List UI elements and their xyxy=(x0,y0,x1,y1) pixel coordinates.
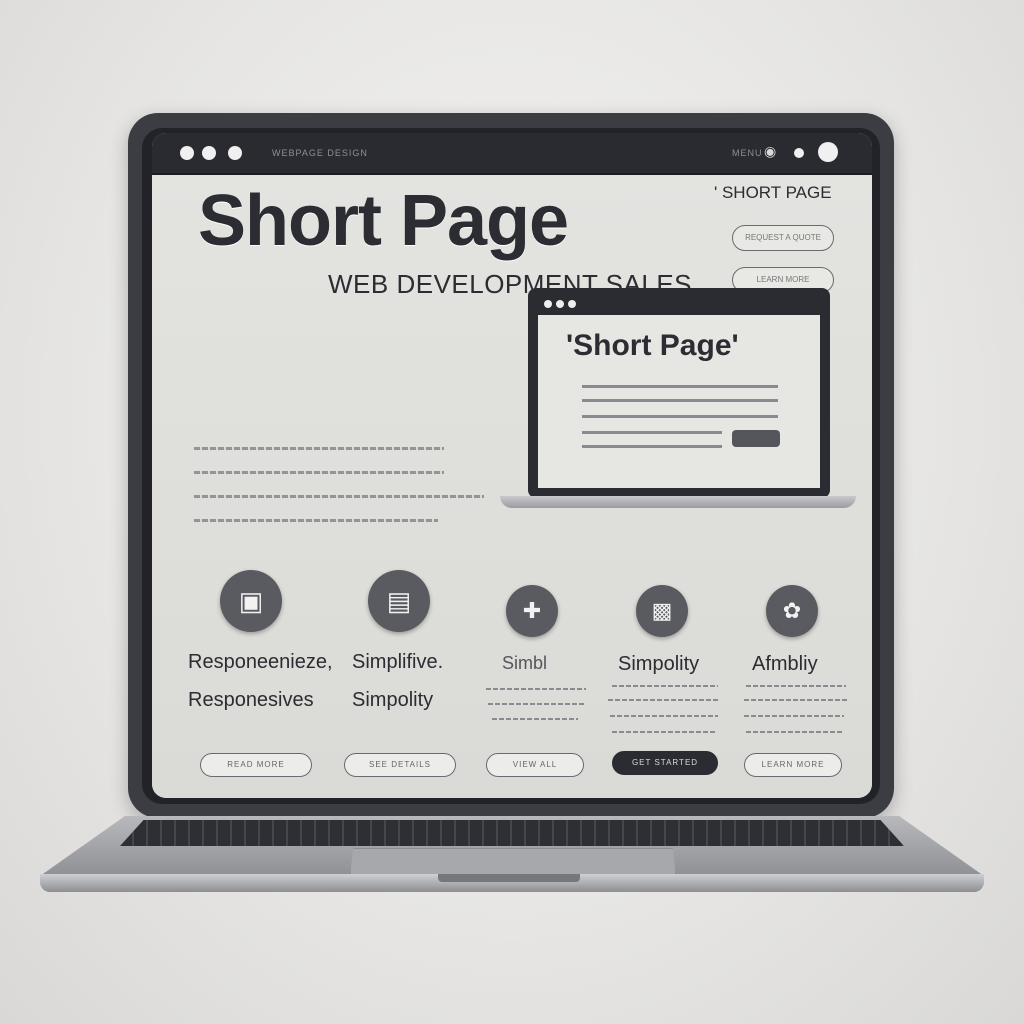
request-quote-button[interactable]: REQUEST A QUOTE xyxy=(732,225,834,251)
feature-title-3: Simbl xyxy=(502,653,548,673)
laptop-screen: WEBPAGE DESIGN MENU ◉ Short Page WEB DEV… xyxy=(152,133,872,798)
intro-paragraph xyxy=(194,447,484,543)
puzzle-icon[interactable]: ✚ xyxy=(506,585,558,637)
preview-button xyxy=(732,430,780,447)
feature-desc-line xyxy=(746,731,842,733)
feature-subtitle-1: Responesives xyxy=(188,689,314,711)
see-details-button[interactable]: SEE DETAILS xyxy=(344,753,456,777)
window-close-dot[interactable] xyxy=(180,146,194,160)
feature-desc-line xyxy=(612,685,718,687)
preview-laptop-base xyxy=(500,496,856,508)
learn-more-button[interactable]: LEARN MORE xyxy=(744,753,842,777)
preview-line xyxy=(582,431,722,434)
feature-desc-line xyxy=(486,688,586,690)
preview-line xyxy=(582,445,722,448)
window-maximize-dot[interactable] xyxy=(228,146,242,160)
box-icon[interactable]: ▩ xyxy=(636,585,688,637)
preview-dot xyxy=(544,300,552,308)
feature-desc-line xyxy=(610,715,718,717)
layout-icon[interactable]: ▤ xyxy=(368,570,430,632)
feature-desc-line xyxy=(746,685,846,687)
feature-desc-line xyxy=(744,715,844,717)
laptop-notch xyxy=(438,874,580,882)
feature-desc-line xyxy=(612,731,716,733)
feature-desc-line xyxy=(488,703,584,705)
preview-dot xyxy=(568,300,576,308)
top-label: ' SHORT PAGE xyxy=(714,183,832,202)
eye-icon[interactable]: ◉ xyxy=(764,143,776,160)
preview-title: 'Short Page' xyxy=(566,329,739,362)
preview-line xyxy=(582,399,778,402)
feature-title-2: Simplifive. xyxy=(352,651,444,673)
window-minimize-dot[interactable] xyxy=(202,146,216,160)
hero-title: Short Page xyxy=(198,181,569,261)
laptop-keyboard xyxy=(120,820,904,846)
badge-icon[interactable]: ✿ xyxy=(766,585,818,637)
feature-title-5: Afmbliy xyxy=(752,653,818,675)
settings-icon[interactable] xyxy=(794,148,804,158)
preview-dot xyxy=(556,300,564,308)
preview-line xyxy=(582,385,778,388)
read-more-button[interactable]: READ MORE xyxy=(200,753,312,777)
profile-icon[interactable] xyxy=(818,142,838,162)
feature-title-4: Simpolity xyxy=(618,653,700,675)
menu-text[interactable]: MENU xyxy=(732,148,763,158)
view-all-button[interactable]: VIEW ALL xyxy=(486,753,584,777)
preview-line xyxy=(582,415,778,418)
feature-title-1: Responeenieze, xyxy=(188,651,333,673)
browser-titlebar: WEBPAGE DESIGN MENU ◉ xyxy=(152,133,872,175)
laptop-trackpad xyxy=(350,848,676,876)
feature-desc-line xyxy=(608,699,718,701)
monitor-icon[interactable]: ▣ xyxy=(220,570,282,632)
address-bar-text[interactable]: WEBPAGE DESIGN xyxy=(272,148,368,158)
feature-desc-line xyxy=(744,699,848,701)
get-started-button[interactable]: GET STARTED xyxy=(612,751,718,775)
feature-desc-line xyxy=(492,718,578,720)
feature-subtitle-2: Simpolity xyxy=(352,689,434,711)
